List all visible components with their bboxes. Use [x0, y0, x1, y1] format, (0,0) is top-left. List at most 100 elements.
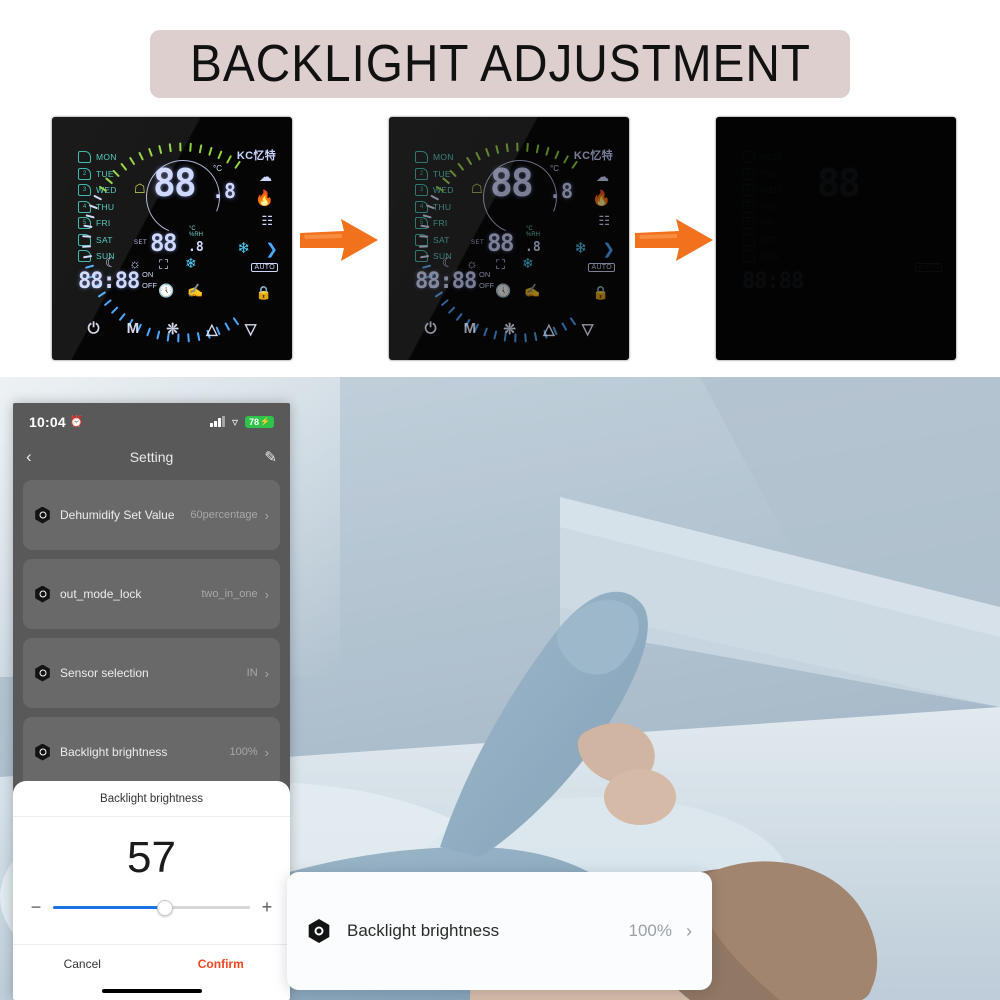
list-item[interactable]: Dehumidify Set Value 60percentage › — [23, 480, 280, 550]
dial-tick — [554, 150, 560, 160]
dial-tick — [535, 144, 540, 154]
wind-icon: ❯ — [265, 241, 278, 258]
schedule-period-icon: 3 — [742, 184, 755, 196]
slider-knob[interactable] — [157, 899, 174, 916]
page-title: BACKLIGHT ADJUSTMENT — [189, 35, 811, 93]
room-temperature: 88 — [490, 161, 534, 205]
dial-tick — [120, 162, 128, 171]
set-unit: °C %RH — [189, 226, 204, 238]
schedule-period-icon: 3 — [78, 184, 91, 197]
schedule-period-icon: 2 — [742, 168, 755, 180]
clock-display: 88:88 — [742, 269, 803, 294]
timer-icon: 🕔 — [495, 283, 512, 298]
weekday-row: MON — [742, 149, 804, 166]
room-temperature-decimal: .8 — [212, 179, 237, 203]
weekday-label: FRI — [96, 218, 111, 229]
weekday-label: MON — [760, 152, 781, 162]
weekday-column: MON 2 TUE 3 WED 4 THU 5 FRI SAT SUN — [742, 149, 804, 265]
lock-icon: 🔒 — [255, 285, 272, 300]
dial-tick — [495, 144, 500, 155]
charging-bolt-icon: ⚡ — [260, 417, 270, 426]
flame-icon: 🔥 — [592, 190, 611, 207]
schedule-period-icon: 5 — [742, 217, 755, 229]
weekday-label: MON — [96, 152, 117, 163]
list-item-label: Sensor selection — [60, 666, 149, 680]
dial-tick — [103, 299, 112, 307]
dial-tick — [147, 147, 153, 157]
auto-badge: AUTO — [915, 263, 942, 272]
schedule-period-icon: 4 — [78, 200, 91, 213]
mode-key[interactable]: M — [464, 320, 477, 338]
backlight-brightness-card[interactable]: Backlight brightness 100% › — [287, 872, 712, 990]
power-key[interactable]: ⏻ — [425, 320, 437, 338]
alarm-icon: ⏰ — [69, 416, 84, 428]
list-item[interactable]: Sensor selection IN › — [23, 638, 280, 708]
sun-icon: ☼ — [129, 256, 141, 271]
decrement-button[interactable]: − — [29, 897, 43, 918]
schedule-period-icon — [742, 250, 755, 262]
dial-tick — [225, 154, 233, 164]
list-item-value: 100% — [229, 745, 258, 758]
thermostat-backlight-full: KC忆特 MON2TUE3WED4THU5FRISATSUN ☖ 88 .8 °… — [52, 117, 292, 360]
dial-tick — [526, 142, 529, 152]
gear-icon — [34, 743, 51, 761]
list-item-label: out_mode_lock — [60, 587, 142, 601]
room-temperature: 88 — [817, 161, 859, 205]
brightness-slider[interactable] — [53, 899, 250, 916]
thermostat-backlight-dim: KC忆特 MON2TUE3WED4THU5FRISATSUN ☖ 88 .8 °… — [389, 117, 629, 360]
auto-badge: AUTO — [588, 263, 615, 272]
transition-arrow-2 — [633, 217, 715, 263]
weekday-label: FRI — [433, 218, 448, 229]
fan-key[interactable]: ❊ — [166, 320, 179, 338]
list-item-label: Backlight brightness — [60, 745, 168, 759]
mode-key[interactable]: M — [127, 320, 140, 338]
weekday-row: 3 WED — [742, 182, 804, 199]
cancel-button[interactable]: Cancel — [13, 945, 152, 982]
confirm-button[interactable]: Confirm — [152, 945, 291, 982]
list-item[interactable]: out_mode_lock two_in_one › — [23, 559, 280, 629]
increment-button[interactable]: + — [260, 897, 274, 918]
list-item[interactable]: Backlight brightness 100% › — [23, 717, 280, 787]
schedule-period-icon — [742, 151, 755, 163]
dial-tick — [128, 156, 136, 166]
touch-key-row: ⏻ M ❊ △ ▽ — [52, 320, 292, 338]
dial-tick — [110, 306, 119, 315]
weekday-label: FRI — [760, 218, 775, 228]
up-key[interactable]: △ — [206, 320, 218, 338]
home-indicator — [13, 982, 290, 1000]
lock-icon: 🔒 — [592, 285, 609, 300]
dial-tick — [465, 156, 473, 166]
modal-actions: Cancel Confirm — [13, 944, 290, 982]
moon-icon: ☾ — [442, 255, 454, 270]
up-key[interactable]: △ — [543, 320, 555, 338]
room-temperature-decimal: .8 — [549, 179, 574, 203]
dial-tick — [571, 160, 578, 170]
power-key[interactable]: ⏻ — [88, 320, 100, 338]
chevron-right-icon: › — [264, 586, 269, 602]
dial-tick — [440, 299, 449, 307]
weekday-row: 5 FRI — [742, 215, 804, 232]
schedule-period-icon: 3 — [415, 184, 428, 197]
down-key[interactable]: ▽ — [245, 320, 257, 338]
page-title-banner: BACKLIGHT ADJUSTMENT — [150, 30, 850, 98]
dial-tick — [138, 151, 144, 161]
dial-tick — [562, 154, 570, 164]
brightness-slider-row: − + — [13, 893, 290, 944]
clock-display: 88:88 — [78, 269, 140, 294]
auto-badge: AUTO — [251, 263, 278, 272]
weekday-label: SAT — [96, 234, 113, 245]
valve-icon: ☷ — [598, 213, 610, 228]
timer-icon: 🕔 — [158, 283, 175, 298]
gear-icon — [307, 919, 331, 943]
hand-icon: ✍ — [187, 283, 204, 298]
dehumidify-icon: ⛶ — [496, 257, 506, 272]
wifi-icon: ☁ — [259, 169, 272, 184]
fan-key[interactable]: ❊ — [503, 320, 516, 338]
dial-tick — [484, 147, 490, 157]
brightness-modal: Backlight brightness 57 − + Cancel Confi… — [13, 781, 290, 1000]
schedule-period-icon: 2 — [78, 167, 91, 180]
phone-screenshot: 10:04 ⏰ ▿ 78 ⚡ ‹ Setting ✎ Dehumidify Set… — [13, 403, 290, 1000]
down-key[interactable]: ▽ — [582, 320, 594, 338]
thermostat-backlight-off: MON2TUE3WED4THU5FRISATSUN 88 88:88 AUTO … — [716, 117, 956, 360]
settings-list: Dehumidify Set Value 60percentage › out_… — [13, 474, 290, 787]
